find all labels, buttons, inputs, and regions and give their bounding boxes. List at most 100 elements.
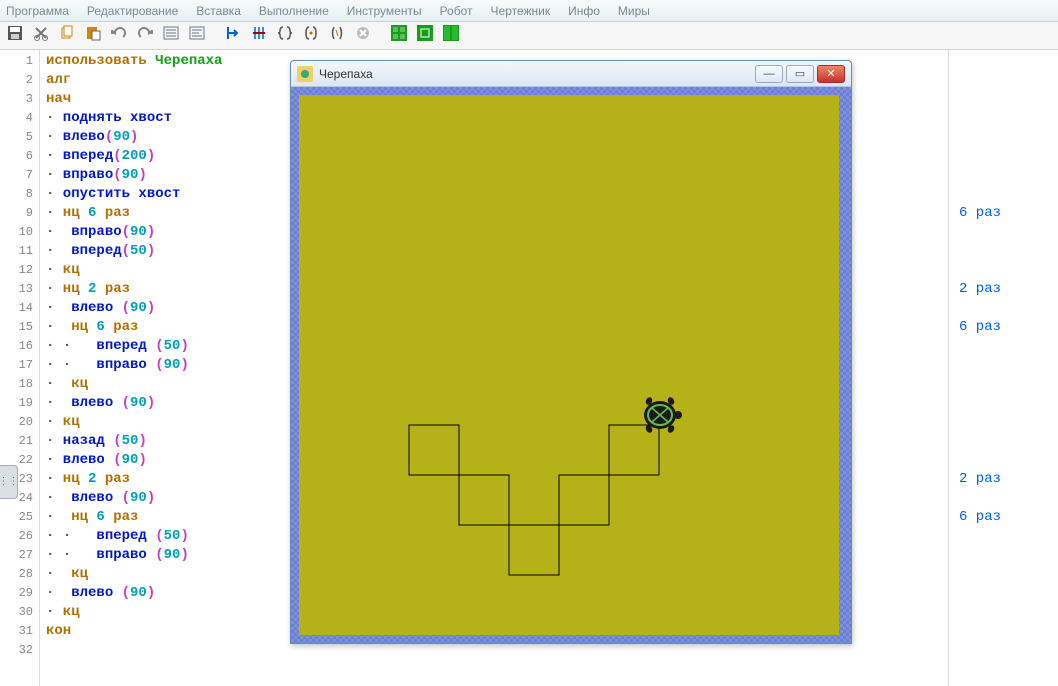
lineno: 18: [0, 375, 39, 394]
margin-note: [949, 641, 1058, 660]
grid2-icon: [417, 25, 433, 46]
margin-note: [949, 603, 1058, 622]
list2-icon: [189, 25, 205, 46]
brace3-button[interactable]: [326, 25, 348, 47]
lineno: 14: [0, 299, 39, 318]
list2-button[interactable]: [186, 25, 208, 47]
margin-note: [949, 356, 1058, 375]
lineno: 11: [0, 242, 39, 261]
grid1-button[interactable]: [388, 25, 410, 47]
lineno: 28: [0, 565, 39, 584]
margin-note: [949, 109, 1058, 128]
turtle-sprite: [637, 392, 683, 438]
lineno: 2: [0, 71, 39, 90]
margin-note: [949, 375, 1058, 394]
lineno: 21: [0, 432, 39, 451]
lineno: 6: [0, 147, 39, 166]
list1-button[interactable]: [160, 25, 182, 47]
menu-Программа[interactable]: Программа: [6, 4, 69, 18]
menubar: Программа Редактирование Вставка Выполнение…: [0, 0, 1058, 22]
margin-note: [949, 432, 1058, 451]
menu-Чертежник[interactable]: Чертежник: [491, 4, 551, 18]
margin-note: [949, 90, 1058, 109]
margin-note: [949, 489, 1058, 508]
margin-note: 6 раз: [949, 508, 1058, 527]
brace1-icon: [277, 25, 293, 46]
grid1-icon: [391, 25, 407, 46]
grid3-button[interactable]: [440, 25, 462, 47]
margin-notes: 6 раз2 раз6 раз2 раз6 раз: [948, 50, 1058, 686]
step-over-button[interactable]: [248, 25, 270, 47]
lineno: 19: [0, 394, 39, 413]
close-button[interactable]: ✕: [817, 65, 845, 83]
step-over-icon: [251, 25, 267, 46]
margin-note: [949, 299, 1058, 318]
lineno: 17: [0, 356, 39, 375]
lineno: 27: [0, 546, 39, 565]
toolbar: [0, 22, 1058, 50]
margin-note: 2 раз: [949, 470, 1058, 489]
menu-Инструменты[interactable]: Инструменты: [347, 4, 422, 18]
margin-note: [949, 546, 1058, 565]
margin-note: [949, 166, 1058, 185]
copy-button[interactable]: [56, 25, 78, 47]
grid2-button[interactable]: [414, 25, 436, 47]
cut-icon: [33, 25, 49, 46]
margin-note: [949, 52, 1058, 71]
brace3-icon: [329, 25, 345, 46]
turtle-window[interactable]: Черепаха — ▭ ✕: [290, 60, 852, 644]
cut-button[interactable]: [30, 25, 52, 47]
lineno: 3: [0, 90, 39, 109]
lineno: 8: [0, 185, 39, 204]
turtle-drawing: [299, 95, 839, 635]
lineno: 5: [0, 128, 39, 147]
lineno: 26: [0, 527, 39, 546]
cancel-button[interactable]: [352, 25, 374, 47]
copy-icon: [59, 25, 75, 46]
margin-note: 2 раз: [949, 280, 1058, 299]
turtle-canvas: [299, 95, 839, 635]
undo-icon: [111, 25, 127, 46]
side-panel-handle[interactable]: ⋮⋮: [0, 465, 18, 499]
turtle-titlebar[interactable]: Черепаха — ▭ ✕: [291, 61, 851, 87]
menu-Редактирование[interactable]: Редактирование: [87, 4, 178, 18]
save-button[interactable]: [4, 25, 26, 47]
paste-icon: [85, 25, 101, 46]
menu-Вставка[interactable]: Вставка: [196, 4, 241, 18]
margin-note: [949, 565, 1058, 584]
brace1-button[interactable]: [274, 25, 296, 47]
lineno: 32: [0, 641, 39, 660]
turtle-window-title: Черепаха: [319, 67, 373, 81]
lineno: 20: [0, 413, 39, 432]
margin-note: [949, 185, 1058, 204]
brace2-button[interactable]: [300, 25, 322, 47]
paste-button[interactable]: [82, 25, 104, 47]
minimize-button[interactable]: —: [755, 65, 783, 83]
margin-note: [949, 128, 1058, 147]
menu-Выполнение[interactable]: Выполнение: [259, 4, 329, 18]
margin-note: [949, 223, 1058, 242]
brace2-icon: [303, 25, 319, 46]
lineno: 30: [0, 603, 39, 622]
menu-Миры[interactable]: Миры: [618, 4, 650, 18]
menu-Робот[interactable]: Робот: [440, 4, 473, 18]
lineno: 31: [0, 622, 39, 641]
margin-note: [949, 413, 1058, 432]
step-in-button[interactable]: [222, 25, 244, 47]
step-in-icon: [225, 25, 241, 46]
margin-note: [949, 527, 1058, 546]
menu-Инфо[interactable]: Инфо: [568, 4, 600, 18]
redo-button[interactable]: [134, 25, 156, 47]
list1-icon: [163, 25, 179, 46]
lineno: 9: [0, 204, 39, 223]
margin-note: [949, 394, 1058, 413]
lineno: 10: [0, 223, 39, 242]
margin-note: [949, 242, 1058, 261]
undo-button[interactable]: [108, 25, 130, 47]
margin-note: [949, 261, 1058, 280]
lineno: 13: [0, 280, 39, 299]
line-gutter: 1234567891011121314151617181920212223242…: [0, 50, 40, 686]
maximize-button[interactable]: ▭: [786, 65, 814, 83]
redo-icon: [137, 25, 153, 46]
lineno: 29: [0, 584, 39, 603]
